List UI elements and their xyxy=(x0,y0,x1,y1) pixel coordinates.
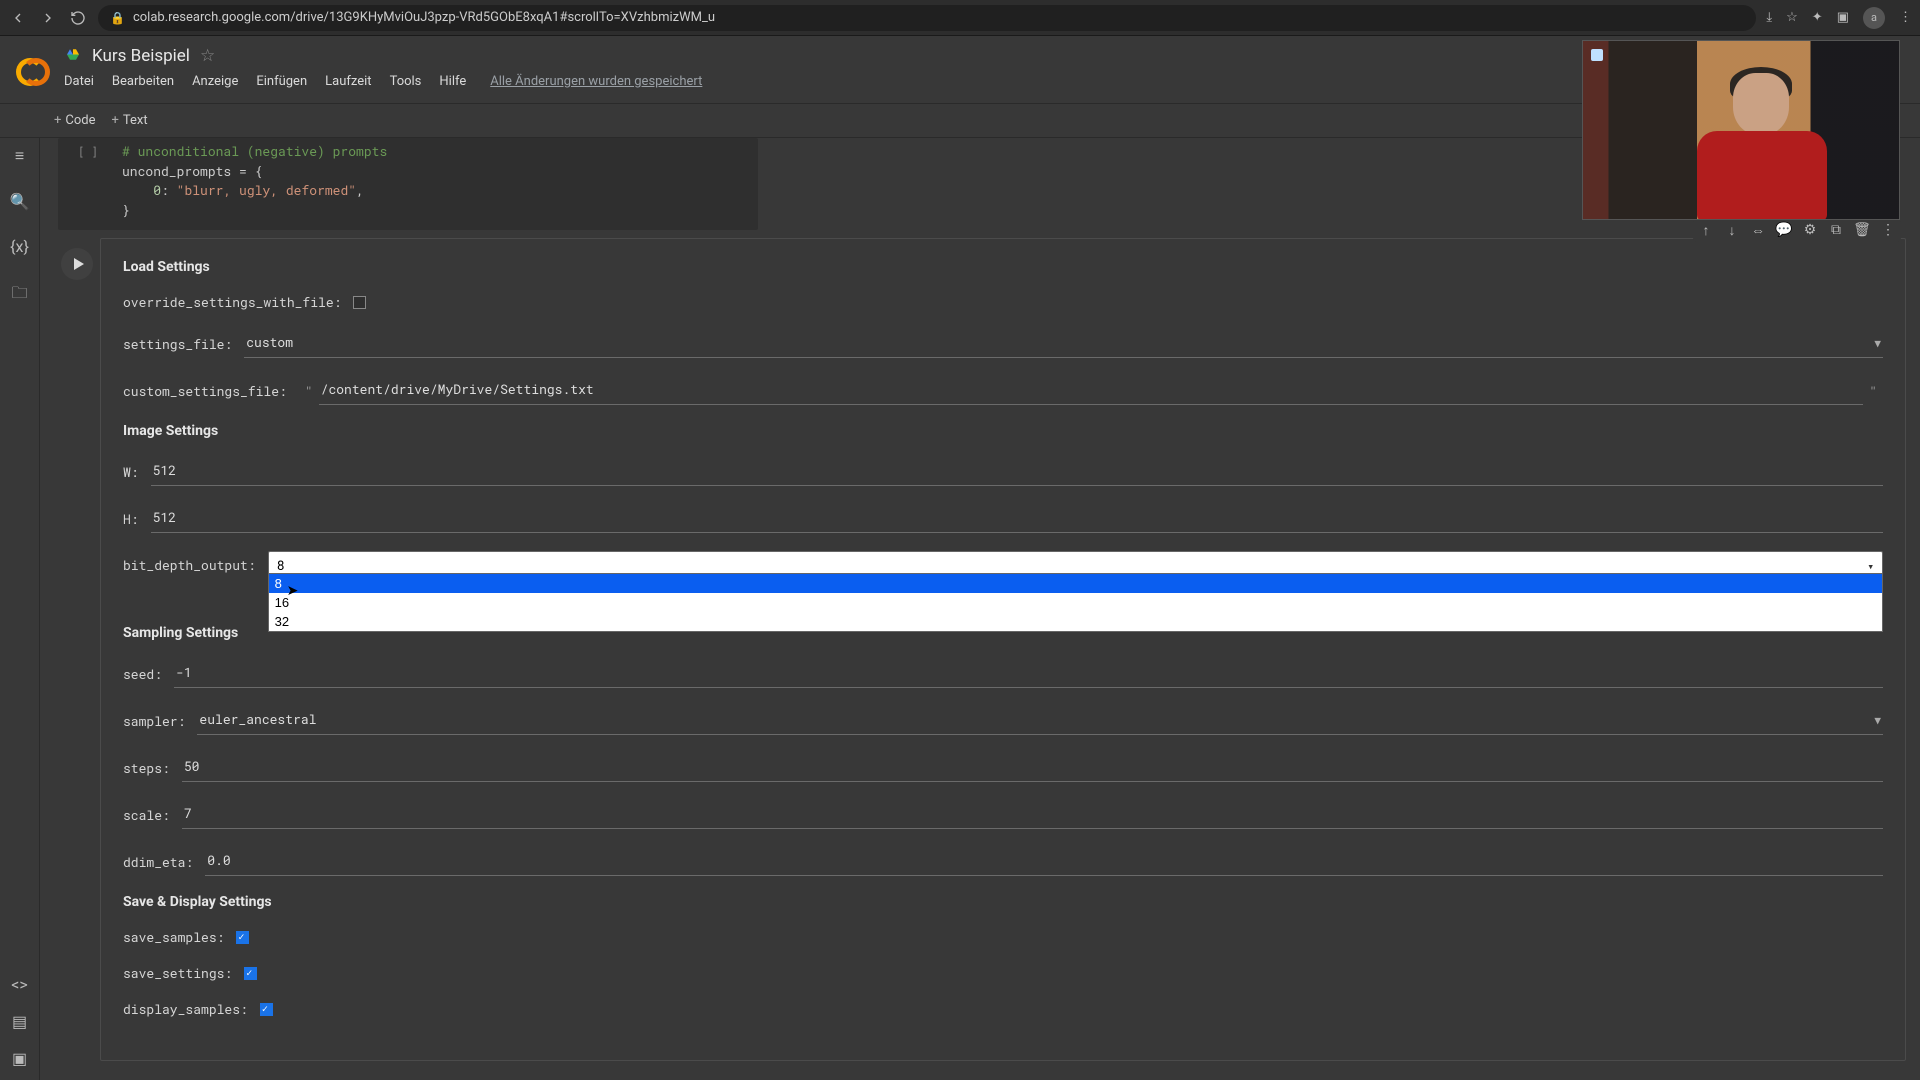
checkbox-save-settings[interactable] xyxy=(244,967,257,980)
section-save-display: Save & Display Settings xyxy=(123,894,1883,910)
label-steps: steps: xyxy=(123,759,170,777)
code-line: } xyxy=(122,201,387,221)
notebook-area: [ ] # unconditional (negative) prompts u… xyxy=(40,138,1920,1080)
settings-icon[interactable]: ⚙ xyxy=(1801,222,1819,239)
label-w: W: xyxy=(123,463,139,481)
label-save-samples: save_samples: xyxy=(123,928,224,946)
code-cell[interactable]: [ ] # unconditional (negative) prompts u… xyxy=(58,138,758,230)
star-icon[interactable]: ☆ xyxy=(200,46,215,66)
label-scale: scale: xyxy=(123,806,170,824)
colab-logo-icon[interactable] xyxy=(16,50,50,84)
extensions-icon[interactable]: ✦ xyxy=(1812,10,1823,25)
label-bit-depth: bit_depth_output: xyxy=(123,556,256,574)
checkbox-save-samples[interactable] xyxy=(236,931,249,944)
code-snippets-icon[interactable]: <> xyxy=(11,975,28,994)
input-ddim-eta[interactable] xyxy=(205,847,1883,876)
label-save-settings: save_settings: xyxy=(123,964,232,982)
insert-text-button[interactable]: +Text xyxy=(112,113,148,128)
label-ddim-eta: ddim_eta: xyxy=(123,853,193,871)
menu-file[interactable]: Datei xyxy=(64,74,94,89)
label-override-settings: override_settings_with_file: xyxy=(123,293,341,311)
cell-toolbar: ↑ ↓ ⇔ 💬 ⚙ ⧉ 🗑 ⋮ xyxy=(1693,219,1901,242)
kebab-menu-icon[interactable]: ⋮ xyxy=(1899,10,1912,25)
link-cell-icon[interactable]: ⇔ xyxy=(1749,222,1767,239)
comment-icon[interactable]: 💬 xyxy=(1775,222,1793,239)
address-bar[interactable]: 🔒 colab.research.google.com/drive/13G9KH… xyxy=(98,5,1756,31)
search-icon[interactable]: 🔍 xyxy=(10,192,30,211)
checkbox-override-settings[interactable] xyxy=(353,296,366,309)
menu-edit[interactable]: Bearbeiten xyxy=(112,74,174,89)
checkbox-display-samples[interactable] xyxy=(260,1003,273,1016)
code-line: uncond_prompts = { xyxy=(122,162,387,182)
input-h[interactable] xyxy=(151,504,1883,533)
move-down-icon[interactable]: ↓ xyxy=(1723,222,1741,239)
files-icon[interactable]: 🗀 xyxy=(11,282,27,309)
chevron-down-icon: ▼ xyxy=(1874,335,1881,350)
input-w[interactable] xyxy=(151,457,1883,486)
terminal-icon[interactable]: ▣ xyxy=(12,1049,27,1068)
chevron-down-icon: ▼ xyxy=(1874,712,1881,727)
install-icon[interactable]: ⤓ xyxy=(1766,10,1772,25)
dropdown-option-32[interactable]: 32 xyxy=(269,612,1882,631)
code-line: 0: "blurr, ugly, deformed", xyxy=(122,181,387,201)
label-display-samples: display_samples: xyxy=(123,1000,248,1018)
label-seed: seed: xyxy=(123,665,162,683)
chevron-down-icon: ▾ xyxy=(1867,558,1874,573)
document-title[interactable]: Kurs Beispiel xyxy=(92,46,190,66)
form-cell: ↑ ↓ ⇔ 💬 ⚙ ⧉ 🗑 ⋮ Load Settings override_s… xyxy=(54,238,1906,1061)
label-settings-file: settings_file: xyxy=(123,335,232,353)
select-settings-file[interactable]: custom ▼ xyxy=(244,329,1883,358)
lock-icon: 🔒 xyxy=(110,11,125,25)
label-h: H: xyxy=(123,510,139,528)
forward-button[interactable] xyxy=(38,8,58,28)
menu-tools[interactable]: Tools xyxy=(390,74,422,89)
menu-help[interactable]: Hilfe xyxy=(439,74,466,89)
reload-button[interactable] xyxy=(68,8,88,28)
mirror-cell-icon[interactable]: ⧉ xyxy=(1827,222,1845,239)
left-sidebar: ≡ 🔍 {x} 🗀 <> ▤ ▣ xyxy=(0,138,40,1080)
section-load-settings: Load Settings xyxy=(123,259,1883,275)
code-line: # unconditional (negative) prompts xyxy=(122,142,387,160)
input-seed[interactable] xyxy=(174,659,1883,688)
menu-runtime[interactable]: Laufzeit xyxy=(325,74,371,89)
webcam-overlay[interactable] xyxy=(1582,40,1900,220)
move-up-icon[interactable]: ↑ xyxy=(1697,222,1715,239)
insert-code-button[interactable]: +Code xyxy=(54,113,96,128)
delete-cell-icon[interactable]: 🗑 xyxy=(1853,222,1871,239)
command-palette-icon[interactable]: ▤ xyxy=(12,1012,27,1031)
dropdown-bit-depth: 8 16 32 ➤ xyxy=(268,573,1883,632)
menu-insert[interactable]: Einfügen xyxy=(256,74,307,89)
avatar[interactable]: a xyxy=(1863,7,1885,29)
input-steps[interactable] xyxy=(182,753,1883,782)
side-panel-icon[interactable]: ▣ xyxy=(1837,10,1849,25)
url-text: colab.research.google.com/drive/13G9KHyM… xyxy=(133,10,715,25)
cell-execution-indicator[interactable]: [ ] xyxy=(58,138,118,230)
section-image-settings: Image Settings xyxy=(123,423,1883,439)
run-cell-button[interactable] xyxy=(61,248,93,280)
video-source-icon xyxy=(1591,49,1603,61)
select-sampler[interactable]: euler_ancestral ▼ xyxy=(197,706,1883,735)
drive-icon xyxy=(64,47,82,65)
back-button[interactable] xyxy=(8,8,28,28)
input-scale[interactable] xyxy=(182,800,1883,829)
input-custom-settings-file[interactable] xyxy=(319,376,1864,405)
variables-icon[interactable]: {x} xyxy=(10,237,29,256)
dropdown-option-8[interactable]: 8 xyxy=(269,574,1882,593)
menu-view[interactable]: Anzeige xyxy=(192,74,238,89)
dropdown-option-16[interactable]: 16 xyxy=(269,593,1882,612)
bookmark-icon[interactable]: ☆ xyxy=(1786,10,1798,25)
presenter-figure xyxy=(1703,73,1823,220)
toc-icon[interactable]: ≡ xyxy=(15,146,24,166)
save-status[interactable]: Alle Änderungen wurden gespeichert xyxy=(490,74,702,89)
label-sampler: sampler: xyxy=(123,712,185,730)
label-custom-settings-file: custom_settings_file: xyxy=(123,382,287,400)
cell-more-icon[interactable]: ⋮ xyxy=(1879,222,1897,239)
browser-toolbar: 🔒 colab.research.google.com/drive/13G9KH… xyxy=(0,0,1920,36)
